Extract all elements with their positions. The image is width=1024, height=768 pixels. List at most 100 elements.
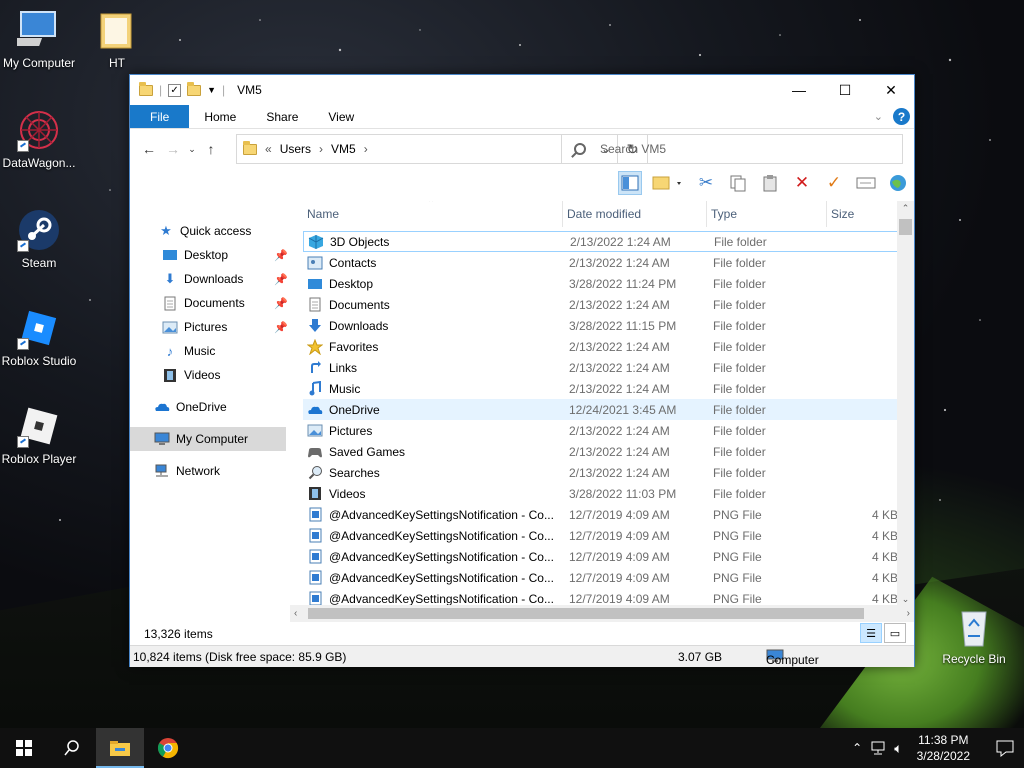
desktop-icon-roblox-player[interactable]: Roblox Player xyxy=(0,404,81,466)
scrollbar-thumb[interactable] xyxy=(899,219,912,235)
taskbar-file-explorer[interactable] xyxy=(96,728,144,768)
table-row[interactable]: Links 2/13/2022 1:24 AM File folder xyxy=(303,357,914,378)
table-row[interactable]: Searches 2/13/2022 1:24 AM File folder xyxy=(303,462,914,483)
maximize-button[interactable]: ☐ xyxy=(822,75,868,105)
tab-view[interactable]: View xyxy=(313,105,369,128)
nav-network[interactable]: Network xyxy=(130,459,290,483)
tab-home[interactable]: Home xyxy=(189,105,251,128)
scroll-up-icon[interactable]: ⌃ xyxy=(897,201,914,215)
search-box[interactable]: Search VM5 xyxy=(561,134,903,164)
forward-arrow-icon[interactable]: → xyxy=(161,141,185,157)
date-modified-cell: 12/24/2021 3:45 AM xyxy=(569,402,677,417)
large-icons-view-icon[interactable]: ▭ xyxy=(884,623,906,643)
paste-icon[interactable] xyxy=(758,171,782,195)
column-header-type[interactable]: Type xyxy=(707,201,827,227)
breadcrumb-separator[interactable]: › xyxy=(364,142,368,156)
tab-share[interactable]: Share xyxy=(251,105,313,128)
horizontal-scrollbar[interactable]: ‹ › xyxy=(290,605,914,622)
nav-pictures[interactable]: Pictures 📌 xyxy=(130,315,290,339)
file-name-cell: Documents xyxy=(303,297,563,313)
close-button[interactable]: ✕ xyxy=(868,75,914,105)
desktop-icon-roblox-studio[interactable]: Roblox Studio xyxy=(0,306,81,368)
breadcrumb-separator[interactable]: › xyxy=(319,142,323,156)
table-row[interactable]: Videos 3/28/2022 11:03 PM File folder xyxy=(303,483,914,504)
notifications-icon[interactable] xyxy=(984,738,1024,758)
nav-my-computer[interactable]: My Computer xyxy=(130,427,286,451)
table-row[interactable]: Documents 2/13/2022 1:24 AM File folder xyxy=(303,294,914,315)
desktop-icon-datawagon[interactable]: DataWagon... xyxy=(0,108,81,170)
desktop-icon-steam[interactable]: Steam xyxy=(0,208,81,270)
pin-icon[interactable]: 📌 xyxy=(274,321,288,334)
network-icon[interactable] xyxy=(870,741,886,755)
help-icon[interactable]: ? xyxy=(893,108,910,125)
type-cell: PNG File xyxy=(713,549,762,564)
table-row[interactable]: Saved Games 2/13/2022 1:24 AM File folder xyxy=(303,441,914,462)
desktop-icon-my-computer[interactable]: My Computer xyxy=(0,8,81,70)
folder-icon xyxy=(139,81,153,96)
table-row[interactable]: Downloads 3/28/2022 11:15 PM File folder xyxy=(303,315,914,336)
table-row[interactable]: 3D Objects 2/13/2022 1:24 AM File folder xyxy=(303,231,914,252)
scroll-left-icon[interactable]: ‹ xyxy=(294,608,297,619)
column-header-size[interactable]: Size xyxy=(827,201,900,227)
table-row[interactable]: @AdvancedKeySettingsNotification - Co...… xyxy=(303,504,914,525)
file-explorer-icon xyxy=(110,741,130,756)
up-arrow-icon[interactable]: ↑ xyxy=(199,141,223,157)
new-item-icon[interactable] xyxy=(650,171,686,195)
png-file-icon xyxy=(307,507,323,523)
start-button[interactable] xyxy=(0,728,48,768)
column-header-date[interactable]: Date modified xyxy=(563,201,707,227)
vertical-scrollbar[interactable]: ⌃ ⌄ xyxy=(897,201,914,605)
new-folder-icon[interactable] xyxy=(187,81,202,96)
date-modified-cell: 2/13/2022 1:24 AM xyxy=(569,339,670,354)
copy-icon[interactable] xyxy=(726,171,750,195)
expand-ribbon-icon[interactable]: ⌄ xyxy=(874,110,883,123)
taskbar-chrome[interactable] xyxy=(144,728,192,768)
breadcrumb-vm5[interactable]: VM5 xyxy=(331,142,356,156)
breadcrumb-users[interactable]: Users xyxy=(280,142,311,156)
table-row[interactable]: @AdvancedKeySettingsNotification - Co...… xyxy=(303,567,914,588)
horizontal-scrollbar-thumb[interactable] xyxy=(308,608,864,619)
customize-qat-icon[interactable]: ▼ xyxy=(207,85,216,95)
search-input[interactable]: Search VM5 xyxy=(600,142,666,156)
desktop-icon-recycle-bin[interactable]: Recycle Bin xyxy=(932,604,1016,666)
table-row[interactable]: Pictures 2/13/2022 1:24 AM File folder xyxy=(303,420,914,441)
overflow-crumbs[interactable]: « xyxy=(265,142,272,156)
nav-desktop[interactable]: Desktop 📌 xyxy=(130,243,290,267)
cut-icon[interactable]: ✂ xyxy=(694,171,718,195)
nav-downloads[interactable]: ⬇ Downloads 📌 xyxy=(130,267,290,291)
check-icon[interactable]: ✓ xyxy=(822,171,846,195)
nav-quick-access[interactable]: ★ Quick access xyxy=(130,219,290,243)
properties-icon[interactable]: ✓ xyxy=(168,83,182,97)
globe-icon[interactable] xyxy=(886,171,910,195)
clock[interactable]: 11:38 PM 3/28/2022 xyxy=(911,732,976,764)
details-view-icon[interactable]: ☰ xyxy=(860,623,882,643)
show-hidden-icons-icon[interactable]: ⌃ xyxy=(852,741,862,755)
table-row[interactable]: Music 2/13/2022 1:24 AM File folder xyxy=(303,378,914,399)
nav-videos[interactable]: Videos xyxy=(130,363,290,387)
minimize-button[interactable]: — xyxy=(776,75,822,105)
rename-icon[interactable] xyxy=(854,171,878,195)
preview-pane-icon[interactable] xyxy=(618,171,642,195)
taskbar-search-button[interactable] xyxy=(48,728,96,768)
tab-file[interactable]: File xyxy=(130,105,190,128)
volume-icon[interactable]: 🔈︎ xyxy=(894,740,902,757)
scroll-down-icon[interactable]: ⌄ xyxy=(897,594,914,605)
nav-documents[interactable]: Documents 📌 xyxy=(130,291,290,315)
file-name-cell: Music xyxy=(303,381,563,397)
pin-icon[interactable]: 📌 xyxy=(274,297,288,310)
pin-icon[interactable]: 📌 xyxy=(274,273,288,286)
recent-locations-icon[interactable]: ⌄ xyxy=(185,144,199,155)
table-row[interactable]: Desktop 3/28/2022 11:24 PM File folder xyxy=(303,273,914,294)
table-row[interactable]: Contacts 2/13/2022 1:24 AM File folder xyxy=(303,252,914,273)
nav-music[interactable]: ♪ Music xyxy=(130,339,290,363)
table-row[interactable]: @AdvancedKeySettingsNotification - Co...… xyxy=(303,525,914,546)
delete-icon[interactable]: ✕ xyxy=(790,171,814,195)
table-row[interactable]: @AdvancedKeySettingsNotification - Co...… xyxy=(303,546,914,567)
table-row[interactable]: OneDrive 12/24/2021 3:45 AM File folder xyxy=(303,399,914,420)
back-arrow-icon[interactable]: ← xyxy=(137,141,161,157)
desktop-icon-ht[interactable]: HT xyxy=(75,8,159,70)
nav-onedrive[interactable]: OneDrive xyxy=(130,395,290,419)
table-row[interactable]: Favorites 2/13/2022 1:24 AM File folder xyxy=(303,336,914,357)
pin-icon[interactable]: 📌 xyxy=(274,249,288,262)
scroll-right-icon[interactable]: › xyxy=(907,608,910,619)
